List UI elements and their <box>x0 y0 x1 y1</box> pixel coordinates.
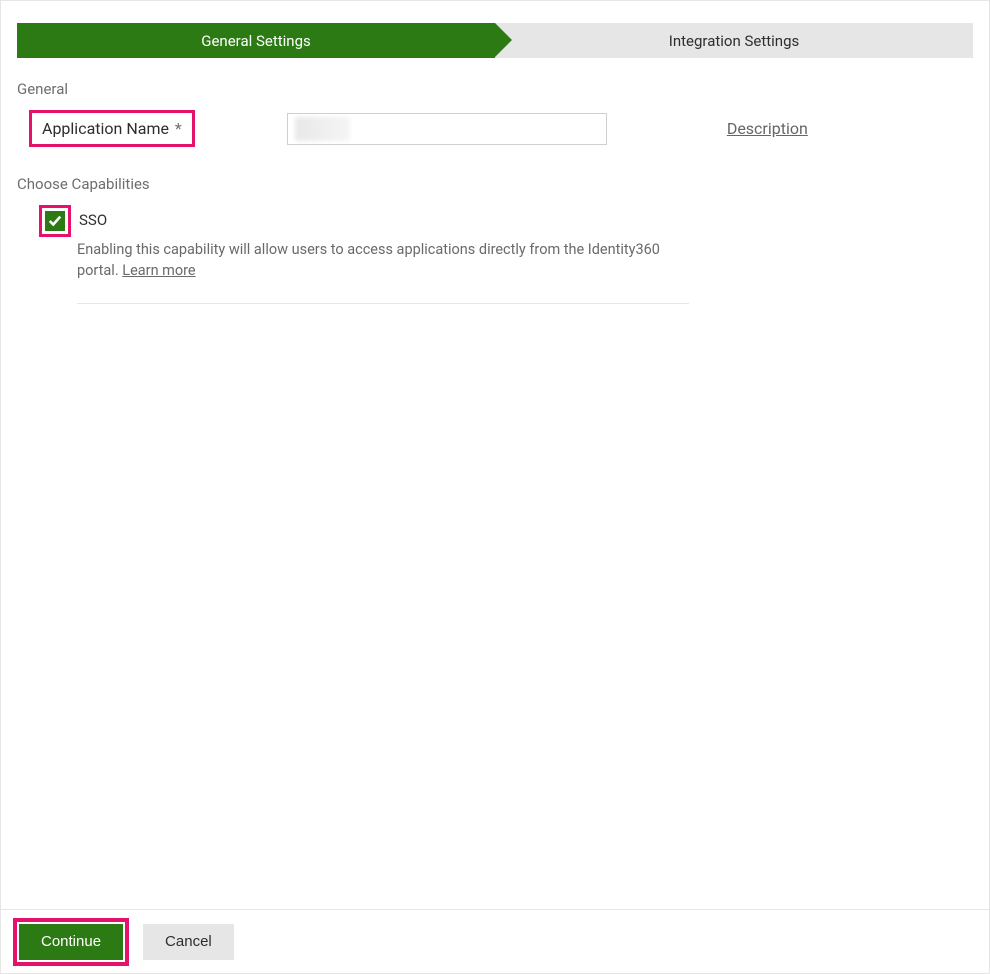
application-name-blur-overlay <box>295 117 350 141</box>
section-choose-capabilities-label: Choose Capabilities <box>17 175 989 193</box>
application-name-row: Application Name * Description <box>29 110 989 147</box>
tab-integration-label: Integration Settings <box>669 32 799 50</box>
sso-checkbox[interactable] <box>45 211 65 231</box>
check-icon <box>48 214 62 228</box>
capability-divider <box>77 303 689 304</box>
capability-sso: SSO Enabling this capability will allow … <box>39 205 689 304</box>
application-name-text: Application Name <box>42 119 169 138</box>
cancel-button[interactable]: Cancel <box>143 924 234 960</box>
section-general-label: General <box>17 80 989 98</box>
learn-more-link[interactable]: Learn more <box>122 262 195 279</box>
capability-sso-description: Enabling this capability will allow user… <box>77 239 689 281</box>
tab-general-settings[interactable]: General Settings <box>17 23 495 58</box>
sso-checkbox-highlight <box>39 205 71 237</box>
tab-integration-settings[interactable]: Integration Settings <box>495 23 973 58</box>
application-name-label: Application Name * <box>42 119 182 138</box>
footer-bar: Continue Cancel <box>1 909 989 973</box>
capability-sso-title: SSO <box>79 211 107 229</box>
continue-button[interactable]: Continue <box>19 924 123 960</box>
application-name-input-wrap <box>287 113 607 145</box>
required-indicator: * <box>175 119 182 138</box>
tab-general-label: General Settings <box>201 32 311 50</box>
continue-button-highlight: Continue <box>13 918 129 966</box>
wizard-steps: General Settings Integration Settings <box>17 23 973 58</box>
capability-sso-head: SSO <box>39 205 689 237</box>
application-name-label-highlight: Application Name * <box>29 110 195 147</box>
description-link[interactable]: Description <box>727 119 808 138</box>
